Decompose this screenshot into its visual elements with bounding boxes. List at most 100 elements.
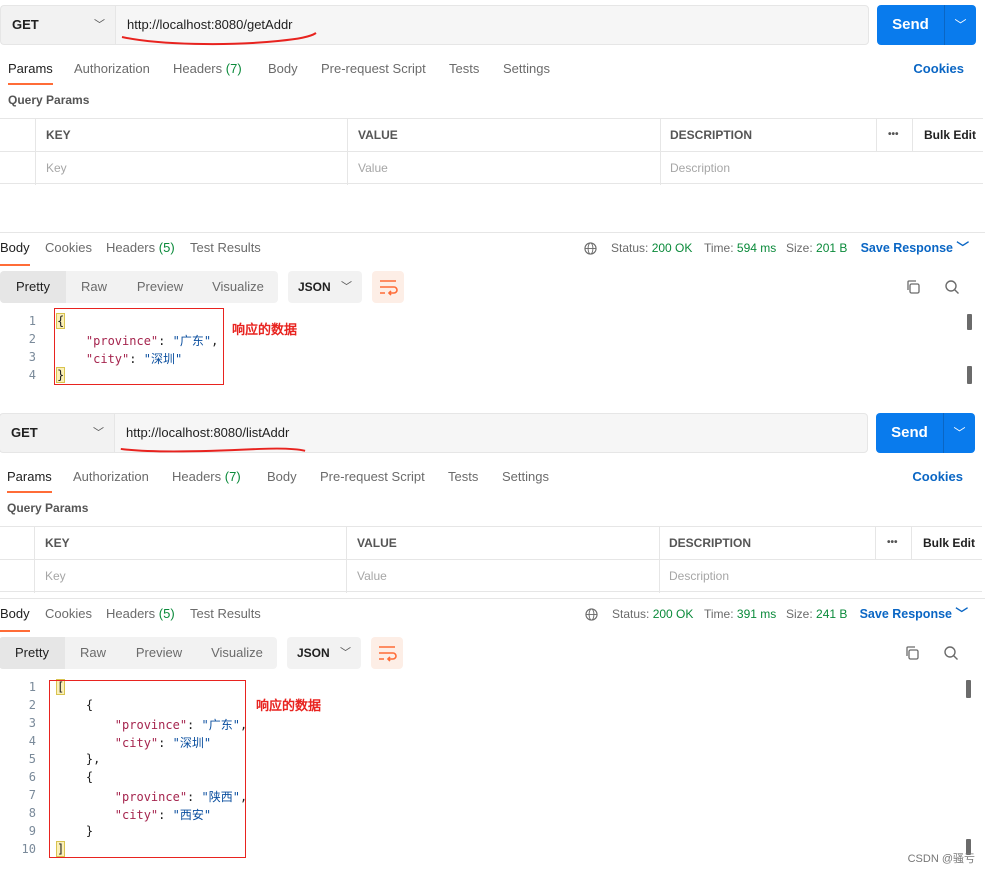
column-value: VALUE [357, 536, 397, 550]
more-options-icon[interactable]: ••• [877, 527, 898, 559]
cookies-link[interactable]: Cookies [913, 56, 964, 82]
tab-authorization[interactable]: Authorization [73, 464, 149, 490]
status-value: 200 OK [652, 607, 694, 621]
scrollbar-thumb-bottom[interactable] [967, 366, 972, 384]
column-key: KEY [45, 536, 70, 550]
column-divider [660, 119, 661, 185]
watermark: CSDN @骚亏 [907, 853, 975, 865]
save-response-button[interactable]: Save Response ﹀ [860, 599, 968, 629]
tab-tests[interactable]: Tests [448, 464, 478, 490]
tab-response-cookies[interactable]: Cookies [45, 599, 92, 629]
description-input[interactable]: Description [660, 152, 730, 184]
tab-pre-request-script[interactable]: Pre-request Script [320, 464, 425, 490]
line-number: 2 [28, 698, 36, 712]
column-value: VALUE [358, 128, 398, 142]
url-input[interactable]: http://localhost:8080/getAddr [115, 5, 869, 45]
time-value: 594 ms [736, 241, 777, 255]
chevron-down-icon[interactable]: ﹀ [944, 413, 975, 453]
column-divider [659, 527, 660, 593]
format-select[interactable]: JSON ﹀ [287, 637, 361, 669]
tab-response-headers[interactable]: Headers (5) [106, 233, 175, 263]
tab-settings[interactable]: Settings [502, 464, 549, 490]
globe-icon[interactable] [585, 608, 598, 621]
cookies-link[interactable]: Cookies [912, 464, 963, 490]
column-divider [347, 119, 348, 185]
copy-icon[interactable] [904, 645, 920, 661]
scrollbar-thumb-top[interactable] [966, 680, 971, 698]
view-visualize[interactable]: Visualize [197, 637, 277, 669]
chevron-down-icon: ﹀ [955, 607, 968, 621]
response-tabs: Body Cookies Headers (5) Test Results St… [0, 232, 985, 266]
table-header-row: KEY VALUE DESCRIPTION ••• Bulk Edit [0, 119, 983, 152]
tab-settings[interactable]: Settings [503, 56, 550, 82]
tab-body[interactable]: Body [268, 56, 298, 82]
bulk-edit-button[interactable]: Bulk Edit [914, 119, 976, 151]
view-raw[interactable]: Raw [66, 271, 122, 303]
method-select[interactable]: GET ﹀ [0, 413, 114, 453]
response-time: Time: 391 ms [704, 599, 776, 629]
wrap-lines-button[interactable] [371, 637, 403, 669]
view-raw[interactable]: Raw [65, 637, 121, 669]
response-headers-count: (5) [158, 606, 175, 621]
size-value: 241 B [816, 607, 848, 621]
search-icon[interactable] [944, 279, 960, 295]
wrap-lines-button[interactable] [372, 271, 404, 303]
chevron-down-icon: ﹀ [94, 19, 105, 31]
tab-pre-request-script[interactable]: Pre-request Script [321, 56, 426, 82]
search-icon[interactable] [943, 645, 959, 661]
column-divider [35, 119, 36, 185]
tab-headers[interactable]: Headers (7) [173, 56, 242, 82]
tab-test-results[interactable]: Test Results [190, 599, 261, 629]
copy-icon[interactable] [905, 279, 921, 295]
status-label: Status: [611, 241, 649, 255]
scrollbar-thumb-top[interactable] [967, 314, 972, 330]
more-options-icon[interactable]: ••• [878, 119, 899, 151]
tab-authorization[interactable]: Authorization [74, 56, 150, 82]
tab-headers[interactable]: Headers (7) [172, 464, 241, 490]
column-divider [875, 527, 876, 560]
status-value: 200 OK [651, 241, 693, 255]
query-params-title: Query Params [7, 501, 89, 515]
red-highlight-box [54, 308, 224, 385]
tab-body[interactable]: Body [267, 464, 297, 490]
column-divider [34, 527, 35, 593]
size-label: Size: [786, 607, 813, 621]
column-description: DESCRIPTION [669, 536, 752, 550]
response-status: Status: 200 OK [611, 233, 692, 263]
view-visualize[interactable]: Visualize [198, 271, 278, 303]
wrap-lines-icon [380, 280, 398, 296]
size-value: 201 B [816, 241, 848, 255]
tab-tests[interactable]: Tests [449, 56, 479, 82]
tab-test-results[interactable]: Test Results [190, 233, 261, 263]
save-response-button[interactable]: Save Response ﹀ [861, 233, 969, 263]
tab-params[interactable]: Params [8, 56, 53, 85]
send-button[interactable]: Send ﹀ [877, 5, 976, 45]
key-input[interactable]: Key [36, 152, 67, 184]
tab-response-body[interactable]: Body [0, 599, 30, 632]
view-preview[interactable]: Preview [122, 271, 198, 303]
format-select[interactable]: JSON ﹀ [288, 271, 362, 303]
value-input[interactable]: Value [348, 152, 388, 184]
send-button[interactable]: Send ﹀ [876, 413, 975, 453]
chevron-down-icon[interactable]: ﹀ [945, 5, 976, 45]
tab-params[interactable]: Params [7, 464, 52, 493]
method-select[interactable]: GET ﹀ [0, 5, 115, 45]
value-input[interactable]: Value [347, 560, 387, 592]
response-annotation: 响应的数据 [256, 698, 322, 713]
url-input[interactable]: http://localhost:8080/listAddr [114, 413, 868, 453]
globe-icon[interactable] [584, 242, 597, 255]
response-time: Time: 594 ms [704, 233, 776, 263]
response-headers-label: Headers [106, 606, 156, 621]
send-label: Send [891, 424, 928, 441]
response-view-bar: Pretty Raw Preview Visualize JSON ﹀ [0, 637, 984, 671]
tab-response-body[interactable]: Body [0, 233, 30, 266]
bulk-edit-button[interactable]: Bulk Edit [913, 527, 975, 559]
view-pretty[interactable]: Pretty [0, 271, 66, 303]
view-preview[interactable]: Preview [121, 637, 197, 669]
view-pretty[interactable]: Pretty [0, 637, 65, 669]
description-input[interactable]: Description [659, 560, 729, 592]
tab-response-headers[interactable]: Headers (5) [106, 599, 175, 629]
tab-response-cookies[interactable]: Cookies [45, 233, 92, 263]
key-input[interactable]: Key [35, 560, 66, 592]
column-key: KEY [46, 128, 71, 142]
